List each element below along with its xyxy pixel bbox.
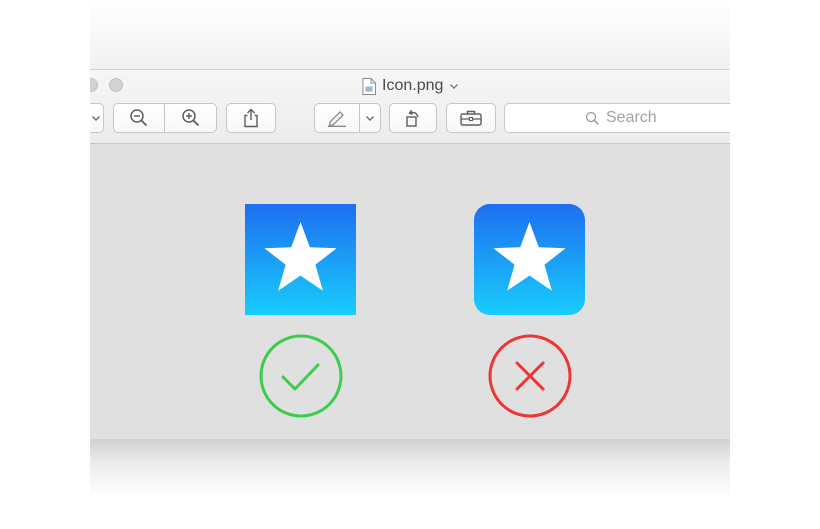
star-icon	[474, 204, 585, 315]
zoom-in-button[interactable]	[164, 103, 217, 133]
square-app-icon	[245, 204, 356, 315]
toolbox-button[interactable]	[446, 103, 496, 133]
toolbox-icon	[460, 110, 482, 126]
window-title[interactable]: Icon.png	[362, 76, 459, 96]
rounded-app-icon	[474, 204, 585, 315]
markup-button[interactable]	[314, 103, 360, 133]
minimize-button[interactable]	[90, 78, 98, 92]
backdrop-top	[90, 0, 730, 70]
search-field[interactable]	[504, 103, 730, 133]
document-icon	[362, 77, 376, 95]
correct-indicator	[258, 333, 344, 419]
zoom-in-icon	[181, 109, 199, 127]
view-menu-chevron[interactable]	[90, 103, 104, 133]
search-input[interactable]	[606, 109, 726, 127]
incorrect-indicator	[487, 333, 573, 419]
pen-icon	[328, 111, 346, 127]
zoom-window-button[interactable]	[109, 78, 123, 92]
rotate-button[interactable]	[389, 103, 437, 133]
share-button[interactable]	[226, 103, 276, 133]
chevron-down-icon	[92, 116, 100, 121]
chevron-down-icon	[366, 116, 374, 121]
rotate-icon	[406, 109, 419, 127]
markup-menu-button[interactable]	[359, 103, 381, 133]
checkmark-icon	[259, 334, 343, 418]
preview-window: Icon.png	[90, 69, 730, 439]
cross-icon	[488, 334, 572, 418]
window-title-text: Icon.png	[382, 77, 444, 94]
chevron-down-icon	[450, 84, 459, 89]
zoom-out-icon	[130, 109, 148, 127]
share-icon	[244, 108, 258, 128]
search-icon	[585, 111, 600, 125]
zoom-out-button[interactable]	[113, 103, 165, 133]
window-shadow	[90, 438, 730, 498]
star-icon	[245, 204, 356, 315]
titlebar: Icon.png	[90, 70, 730, 144]
